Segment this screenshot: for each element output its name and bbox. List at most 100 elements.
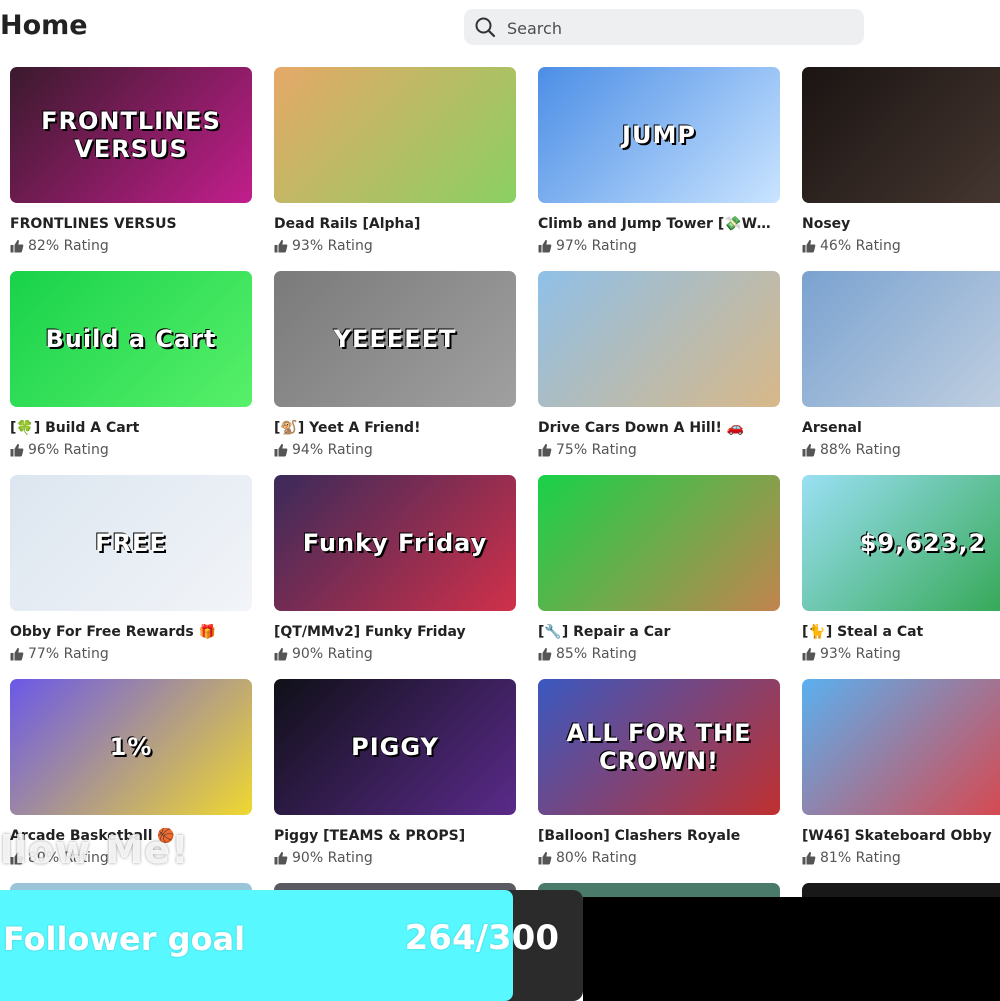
- game-rating: 94% Rating: [274, 442, 373, 458]
- game-thumbnail[interactable]: [802, 67, 1000, 203]
- game-thumbnail[interactable]: PIGGY: [274, 679, 516, 815]
- game-rating: 97% Rating: [538, 238, 637, 254]
- game-thumbnail[interactable]: ALL FOR THE CROWN!: [538, 679, 780, 815]
- game-title[interactable]: Obby For Free Rewards 🎁: [10, 624, 252, 640]
- game-thumbnail[interactable]: [538, 475, 780, 611]
- game-title[interactable]: [🍀] Build A Cart: [10, 420, 252, 436]
- game-title[interactable]: Drive Cars Down A Hill! 🚗: [538, 420, 780, 436]
- game-rating: 75% Rating: [538, 442, 637, 458]
- game-thumbnail[interactable]: YEEEEET: [274, 271, 516, 407]
- game-thumbnail[interactable]: FRONTLINES VERSUS: [10, 67, 252, 203]
- thumbs-up-icon: [10, 851, 24, 865]
- game-card[interactable]: ALL FOR THE CROWN! [Balloon] Clashers Roy…: [538, 679, 780, 883]
- thumbnail-art-text: ALL FOR THE CROWN!: [566, 719, 752, 775]
- game-grid: FRONTLINES VERSUS FRONTLINES VERSUS 82% Ra…: [10, 67, 1000, 883]
- game-card[interactable]: Nosey 46% Rating: [802, 67, 1000, 271]
- game-card[interactable]: Funky Friday [QT/MMv2] Funky Friday 90% Ra…: [274, 475, 516, 679]
- thumbnail-art-text: $9,623,2: [859, 529, 987, 557]
- rating-text: 90% Rating: [292, 850, 373, 866]
- follower-goal-bar: Follower goal 264/300: [0, 890, 583, 1001]
- game-rating: 46% Rating: [802, 238, 901, 254]
- overlay-black-band: [583, 897, 1000, 1001]
- rating-text: 90% Rating: [292, 646, 373, 662]
- game-title[interactable]: [Balloon] Clashers Royale: [538, 828, 780, 844]
- game-rating: 90% Rating: [274, 646, 373, 662]
- thumbs-up-icon: [274, 443, 288, 457]
- game-title[interactable]: [🔧] Repair a Car: [538, 624, 780, 640]
- game-rating: 90% Rating: [274, 850, 373, 866]
- game-rating: 93% Rating: [274, 238, 373, 254]
- game-thumbnail[interactable]: FREE: [10, 475, 252, 611]
- game-title[interactable]: Dead Rails [Alpha]: [274, 216, 516, 232]
- game-card[interactable]: FREE Obby For Free Rewards 🎁 77% Rating: [10, 475, 252, 679]
- game-thumbnail[interactable]: JUMP: [538, 67, 780, 203]
- game-title[interactable]: Arcade Basketball 🏀: [10, 828, 252, 844]
- rating-text: 80% Rating: [556, 850, 637, 866]
- thumbs-up-icon: [538, 851, 552, 865]
- thumbnail-art-text: PIGGY: [351, 733, 439, 761]
- thumbnail-art-text: Funky Friday: [302, 529, 488, 557]
- game-thumbnail[interactable]: $9,623,2: [802, 475, 1000, 611]
- game-thumbnail[interactable]: [802, 679, 1000, 815]
- thumbnail-art-text: YEEEEET: [333, 325, 457, 353]
- game-card[interactable]: JUMP Climb and Jump Tower [💸World1... 97% …: [538, 67, 780, 271]
- game-title[interactable]: [QT/MMv2] Funky Friday: [274, 624, 516, 640]
- game-card[interactable]: FRONTLINES VERSUS FRONTLINES VERSUS 82% Ra…: [10, 67, 252, 271]
- search-box[interactable]: [464, 9, 864, 45]
- thumbs-up-icon: [802, 239, 816, 253]
- game-title[interactable]: [🐈] Steal a Cat: [802, 624, 1000, 640]
- game-thumbnail[interactable]: [802, 271, 1000, 407]
- rating-text: 88% Rating: [820, 442, 901, 458]
- game-title[interactable]: FRONTLINES VERSUS: [10, 216, 252, 232]
- header: Home: [0, 0, 1000, 56]
- game-card[interactable]: Arsenal 88% Rating: [802, 271, 1000, 475]
- game-thumbnail[interactable]: [274, 67, 516, 203]
- game-title[interactable]: Nosey: [802, 216, 1000, 232]
- rating-text: 97% Rating: [556, 238, 637, 254]
- thumbs-up-icon: [802, 647, 816, 661]
- thumbs-up-icon: [274, 647, 288, 661]
- thumbnail-art-text: 1%: [109, 733, 153, 761]
- rating-text: 94% Rating: [292, 442, 373, 458]
- thumbs-up-icon: [274, 851, 288, 865]
- thumbnail-art-text: FRONTLINES VERSUS: [41, 107, 221, 163]
- search-input[interactable]: [505, 15, 849, 41]
- game-rating: 80% Rating: [10, 850, 109, 866]
- rating-text: 85% Rating: [556, 646, 637, 662]
- game-title[interactable]: Piggy [TEAMS & PROPS]: [274, 828, 516, 844]
- rating-text: 93% Rating: [292, 238, 373, 254]
- game-card[interactable]: PIGGY Piggy [TEAMS & PROPS] 90% Rating: [274, 679, 516, 883]
- rating-text: 77% Rating: [28, 646, 109, 662]
- game-thumbnail[interactable]: [538, 271, 780, 407]
- rating-text: 96% Rating: [28, 442, 109, 458]
- game-title[interactable]: [W46] Skateboard Obby: [802, 828, 1000, 844]
- game-rating: 81% Rating: [802, 850, 901, 866]
- game-title[interactable]: [🐒] Yeet A Friend!: [274, 420, 516, 436]
- game-card[interactable]: Dead Rails [Alpha] 93% Rating: [274, 67, 516, 271]
- follower-goal-label: Follower goal: [3, 920, 246, 958]
- thumbs-up-icon: [538, 443, 552, 457]
- game-title[interactable]: Climb and Jump Tower [💸World1...: [538, 216, 780, 232]
- game-thumbnail[interactable]: 1%: [10, 679, 252, 815]
- rating-text: 93% Rating: [820, 646, 901, 662]
- game-card[interactable]: [W46] Skateboard Obby 81% Rating: [802, 679, 1000, 883]
- thumbs-up-icon: [10, 443, 24, 457]
- game-card[interactable]: Drive Cars Down A Hill! 🚗 75% Rating: [538, 271, 780, 475]
- game-rating: 93% Rating: [802, 646, 901, 662]
- game-thumbnail[interactable]: Build a Cart: [10, 271, 252, 407]
- game-title[interactable]: Arsenal: [802, 420, 1000, 436]
- rating-text: 46% Rating: [820, 238, 901, 254]
- game-card[interactable]: [🔧] Repair a Car 85% Rating: [538, 475, 780, 679]
- game-card[interactable]: 1% Arcade Basketball 🏀 80% Rating: [10, 679, 252, 883]
- game-thumbnail[interactable]: Funky Friday: [274, 475, 516, 611]
- thumbs-up-icon: [538, 239, 552, 253]
- follower-goal-count: 264/300: [404, 918, 559, 958]
- game-card[interactable]: $9,623,2 [🐈] Steal a Cat 93% Rating: [802, 475, 1000, 679]
- thumbnail-art-text: Build a Cart: [45, 325, 217, 353]
- game-card[interactable]: YEEEEET [🐒] Yeet A Friend! 94% Rating: [274, 271, 516, 475]
- game-rating: 85% Rating: [538, 646, 637, 662]
- game-rating: 96% Rating: [10, 442, 109, 458]
- game-rating: 80% Rating: [538, 850, 637, 866]
- thumbs-up-icon: [538, 647, 552, 661]
- game-card[interactable]: Build a Cart [🍀] Build A Cart 96% Rating: [10, 271, 252, 475]
